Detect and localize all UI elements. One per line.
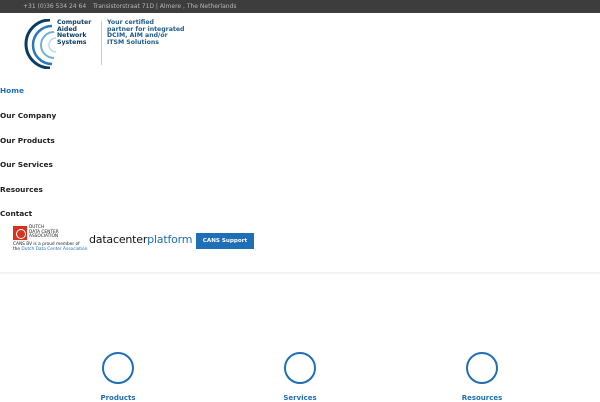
logo-tagline: Your certified partner for integrated DC… [107,19,187,46]
site-logo[interactable]: Computer Aided Network Systems Your cert… [20,19,185,69]
feature-label: Resources [461,394,503,402]
header-divider [0,272,600,274]
tagline-line: ITSM Solutions [107,38,159,46]
services-icon [284,352,316,384]
ddca-title-line: ASSOCIATION [29,234,59,240]
resources-icon [466,352,498,384]
products-icon [102,352,134,384]
nav-item-home[interactable]: Home [0,86,24,95]
feature-services[interactable]: Services [250,352,350,402]
ddca-link[interactable]: Dutch Data Center Association [21,247,87,252]
phone-number[interactable]: +31 (0)36 534 24 64 [23,0,86,13]
cans-support-button[interactable]: CANS Support [196,233,254,249]
feature-products[interactable]: Products [68,352,168,402]
top-bar: +31 (0)36 534 24 64 Transistorstraat 71D… [0,0,600,13]
logo-arcs-icon [24,19,57,69]
logo-divider [101,21,102,65]
logo-company-name: Computer Aided Network Systems [57,19,97,46]
ddca-member-text: CANS BV is a proud member of the Dutch D… [13,242,93,253]
ddca-member-link-line: the Dutch Data Center Association [13,247,93,253]
ddca-badge[interactable]: DUTCH DATA CENTER ASSOCIATION CANS BV is… [12,225,93,256]
feature-label: Services [283,394,317,402]
dcp-part2: platform [147,233,193,246]
nav-item-our-products[interactable]: Our Products [0,136,55,145]
ddca-title: DUTCH DATA CENTER ASSOCIATION [29,225,74,240]
feature-label: Products [100,394,136,402]
nav-item-contact[interactable]: Contact [0,209,32,218]
nav-item-resources[interactable]: Resources [0,185,43,194]
datacenterplatform-logo[interactable]: datacenterplatform [89,233,193,246]
nav-item-our-company[interactable]: Our Company [0,111,56,120]
logo-name-line: Systems [57,38,87,46]
dcp-part1: datacenter [89,233,148,246]
feature-resources[interactable]: Resources [432,352,532,402]
address: Transistorstraat 71D | Almere , The Neth… [93,3,237,10]
nav-item-our-services[interactable]: Our Services [0,160,53,169]
ddca-logo-icon [13,226,27,240]
